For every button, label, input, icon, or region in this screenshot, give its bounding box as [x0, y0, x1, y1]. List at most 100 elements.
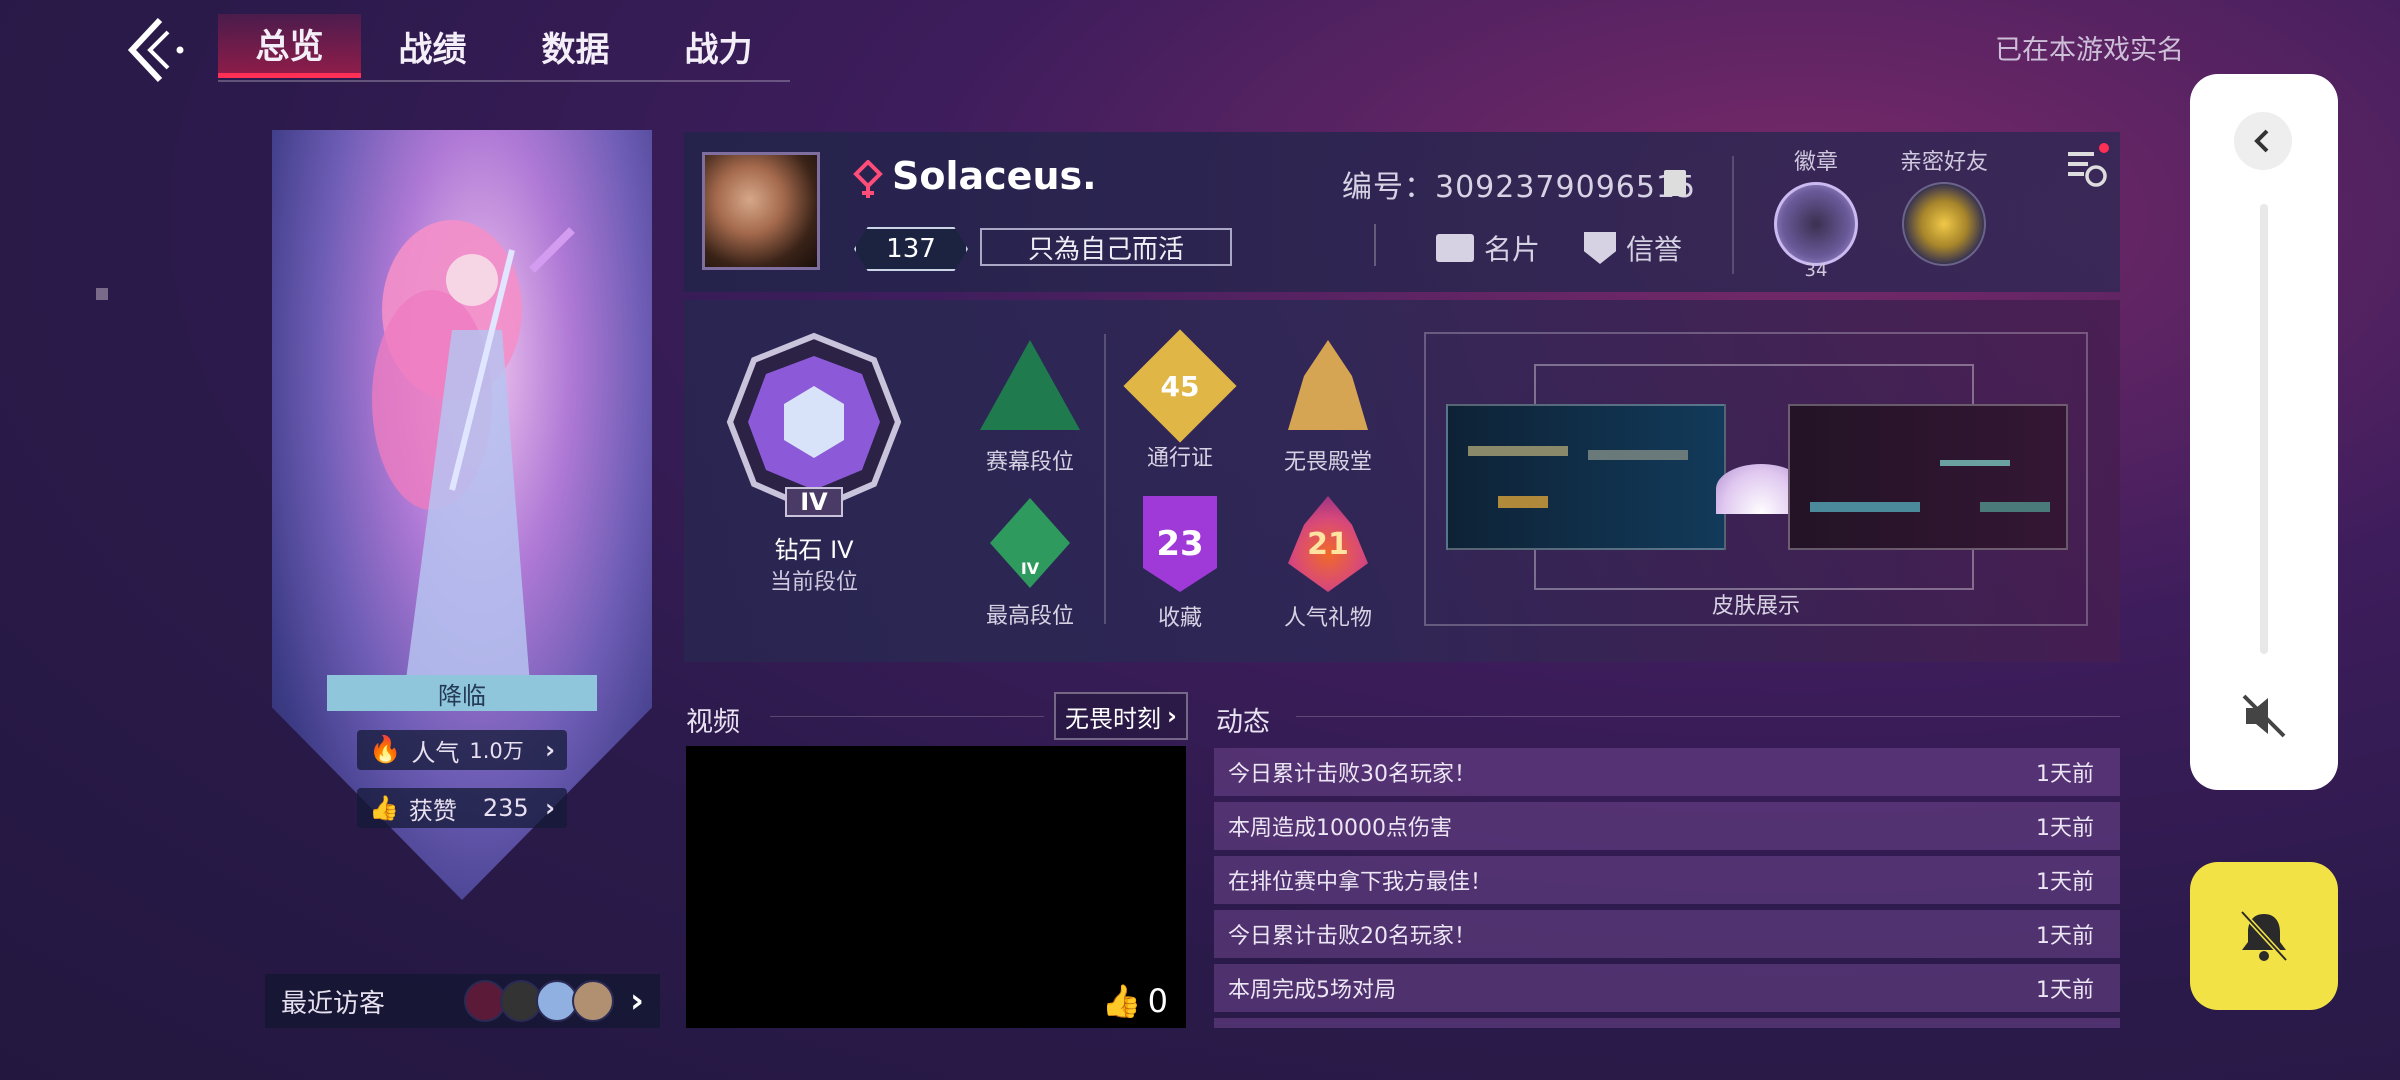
feed-text: 今日累计击败20名玩家！ — [1228, 924, 1476, 949]
divider — [1104, 334, 1106, 624]
close-friend-label: 亲密好友 — [1899, 150, 1988, 175]
gender-female-icon — [853, 160, 883, 198]
bell-off-icon — [2240, 910, 2288, 962]
current-rank-caption: 当前段位 — [769, 570, 858, 595]
video-likes-count: 0 — [1147, 982, 1168, 1020]
video-likes[interactable]: 👍 0 — [1102, 982, 1168, 1020]
temple-icon — [1288, 340, 1368, 430]
copy-icon[interactable] — [1664, 170, 1686, 196]
tab-data[interactable]: 数据 — [504, 14, 647, 78]
gift-label: 人气礼物 — [1283, 606, 1372, 631]
tab-record[interactable]: 战绩 — [361, 14, 504, 78]
likes-value: 235 — [482, 794, 529, 822]
battle-pass-item[interactable]: 45 通行证 — [1110, 329, 1250, 472]
flame-icon: 🔥 — [369, 735, 402, 765]
divider — [1296, 716, 2120, 717]
realname-status: 已在本游戏实名 — [1995, 35, 2184, 66]
feed-section-label: 动态 — [1216, 707, 1270, 738]
thumbs-up-icon: 👍 — [1101, 982, 1142, 1020]
decor-square — [96, 288, 108, 300]
feed-item[interactable]: 在排位赛中拿下我方最佳！ 1天前 — [1214, 856, 2120, 904]
skin-slot-right[interactable] — [1788, 404, 2068, 550]
battle-pass-label: 通行证 — [1146, 446, 1213, 471]
namecard-button[interactable]: 名片 — [1436, 228, 1540, 268]
feed-item-partial — [1214, 1018, 2120, 1028]
bell-muted-button[interactable] — [2190, 862, 2338, 1010]
rifle-icon — [1980, 502, 2050, 512]
player-id: 编号：3092379096515 — [1342, 170, 1697, 205]
tab-overview[interactable]: 总览 — [218, 14, 361, 78]
badge-column[interactable]: 徽章 34 — [1766, 144, 1866, 281]
pistol-icon — [1498, 496, 1548, 508]
feed-text: 在排位赛中拿下我方最佳！ — [1228, 870, 1493, 895]
chevron-right-icon: › — [545, 794, 555, 822]
chevron-right-icon: › — [1167, 702, 1177, 730]
collection-label: 收藏 — [1157, 606, 1202, 631]
recent-visitors-bar[interactable]: 最近访客 › — [265, 974, 660, 1028]
visitor-avatar[interactable] — [571, 980, 614, 1022]
season-rank-item[interactable]: 赛幕段位 — [960, 340, 1100, 476]
gift-item[interactable]: 21 人气礼物 — [1258, 496, 1398, 632]
main-tabs: 总览 战绩 数据 战力 — [218, 14, 790, 82]
popularity-pill[interactable]: 🔥 人气 1.0万 › — [357, 730, 567, 770]
hero-character-illustration — [372, 220, 575, 710]
badge-count: 34 — [1804, 260, 1828, 281]
popularity-value: 1.0万 — [469, 739, 524, 763]
feed-time: 1天前 — [2036, 924, 2094, 949]
credit-label: 信誉 — [1626, 233, 1683, 266]
moments-button[interactable]: 无畏时刻 › — [1054, 692, 1188, 740]
volume-slider[interactable] — [2260, 204, 2268, 654]
feed-time: 1天前 — [2036, 762, 2094, 787]
skins-label: 皮肤展示 — [1711, 594, 1800, 619]
video-section-label: 视频 — [686, 707, 740, 738]
chevron-left-icon — [2254, 129, 2269, 153]
namecard-label: 名片 — [1484, 233, 1541, 266]
hall-item[interactable]: 无畏殿堂 — [1258, 340, 1398, 476]
video-player[interactable]: 👍 0 — [686, 746, 1186, 1028]
feed-item[interactable]: 今日累计击败30名玩家！ 1天前 — [1214, 748, 2120, 796]
current-rank-name: 钻石 IV — [774, 536, 854, 564]
collapse-button[interactable] — [2234, 112, 2292, 170]
hero-card[interactable]: 降临 🔥 人气 1.0万 › 👍 获赞 235 › — [272, 130, 652, 900]
rifle-icon — [1468, 446, 1568, 456]
battle-pass-icon: 45 — [1123, 329, 1237, 443]
rifle-icon — [1810, 502, 1920, 512]
collection-shield-icon: 23 — [1143, 496, 1217, 592]
close-friend-column[interactable]: 亲密好友 — [1894, 144, 1994, 266]
gift-flame-icon: 21 — [1288, 496, 1368, 592]
collection-item[interactable]: 23 收藏 — [1110, 496, 1250, 632]
current-rank-block[interactable]: IV 钻石 IV 当前段位 — [724, 330, 904, 600]
likes-pill[interactable]: 👍 获赞 235 › — [357, 788, 567, 828]
badge-icon — [1774, 182, 1858, 266]
skin-slot-left[interactable] — [1446, 404, 1726, 550]
skins-showcase[interactable]: 皮肤展示 — [1424, 332, 2088, 626]
shield-icon — [1584, 232, 1616, 264]
feed-item[interactable]: 本周完成5场对局 1天前 — [1214, 964, 2120, 1012]
feed-time: 1天前 — [2036, 816, 2094, 841]
id-card-icon — [1436, 234, 1474, 262]
visitor-avatars — [463, 980, 614, 1022]
feed-item[interactable]: 本周造成10000点伤害 1天前 — [1214, 802, 2120, 850]
thumbs-up-icon: 👍 — [369, 794, 399, 822]
feed-text: 今日累计击败30名玩家！ — [1228, 762, 1476, 787]
floating-control-panel — [2190, 74, 2338, 790]
player-motto[interactable]: 只為自己而活 — [980, 228, 1232, 266]
back-arrow-icon — [127, 17, 184, 83]
divider — [770, 716, 1044, 717]
emerald-triangle-icon — [980, 340, 1080, 430]
hero-title: 降临 — [327, 675, 597, 711]
hall-label: 无畏殿堂 — [1283, 450, 1372, 475]
feed-time: 1天前 — [2036, 978, 2094, 1003]
back-button[interactable] — [118, 14, 190, 86]
peak-rank-label: 最高段位 — [985, 604, 1074, 629]
credit-button[interactable]: 信誉 — [1584, 228, 1682, 268]
avatar[interactable] — [702, 152, 820, 270]
settings-icon[interactable] — [2058, 140, 2112, 194]
chevron-right-icon: › — [545, 736, 555, 764]
mute-icon[interactable] — [2238, 690, 2290, 742]
profile-header: Solaceus. 137 只為自己而活 编号：3092379096515 名片… — [684, 132, 2120, 292]
peak-rank-item[interactable]: IV 最高段位 — [960, 498, 1100, 630]
tab-power[interactable]: 战力 — [647, 14, 790, 78]
player-name: Solaceus. — [892, 154, 1097, 198]
feed-item[interactable]: 今日累计击败20名玩家！ 1天前 — [1214, 910, 2120, 958]
